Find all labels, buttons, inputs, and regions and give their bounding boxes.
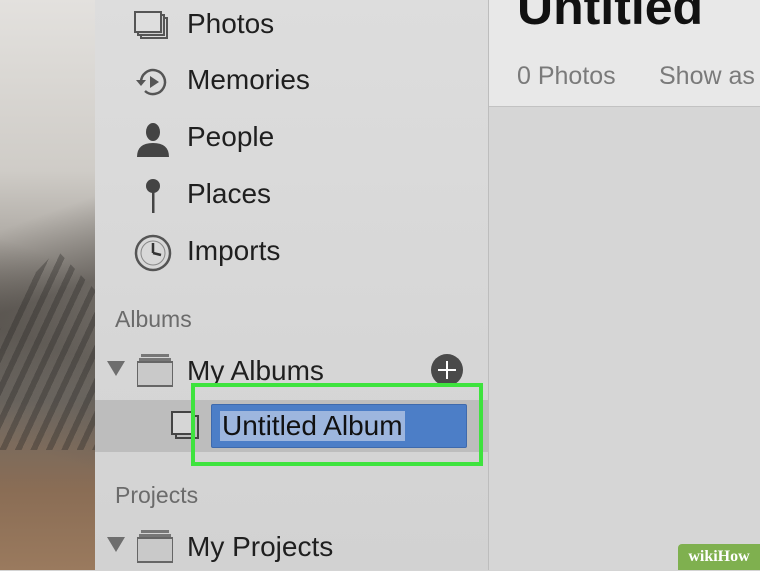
my-projects-label: My Projects	[187, 531, 334, 562]
photo-count: 0 Photos	[517, 62, 616, 90]
sidebar-item-label: Places	[187, 178, 272, 209]
sidebar-item-memories[interactable]: Memories	[95, 56, 488, 106]
disclosure-triangle-icon[interactable]	[107, 361, 125, 376]
show-as-control[interactable]: Show as	[659, 62, 755, 91]
projects-section-header: Projects	[115, 482, 199, 508]
sidebar-item-label: People	[187, 121, 275, 152]
sidebar-item-label: Memories	[187, 64, 310, 95]
photos-icon	[134, 11, 168, 39]
wikihow-watermark: wikiHow	[678, 544, 760, 570]
main-content: Untitled 0 Photos Show as	[489, 0, 760, 570]
memories-icon	[136, 68, 167, 96]
album-folder-icon	[137, 354, 173, 387]
people-icon	[137, 123, 169, 157]
sidebar-item-label: Imports	[187, 235, 281, 266]
sidebar: Photos Memories People Places Imports Al…	[95, 0, 489, 570]
sidebar-item-photos[interactable]: Photos	[95, 0, 488, 50]
highlight-annotation	[191, 383, 483, 466]
add-album-button[interactable]	[431, 354, 463, 386]
disclosure-triangle-icon[interactable]	[107, 537, 125, 552]
albums-section-header: Albums	[115, 306, 192, 332]
places-icon	[146, 179, 160, 213]
project-folder-icon	[137, 530, 173, 563]
my-projects-folder[interactable]: My Projects	[95, 521, 488, 571]
sidebar-item-places[interactable]: Places	[95, 170, 488, 220]
sidebar-item-people[interactable]: People	[95, 113, 488, 163]
sidebar-item-label: Photos	[187, 8, 275, 39]
desktop-wallpaper	[0, 0, 95, 570]
sidebar-item-imports[interactable]: Imports	[95, 227, 488, 277]
clock-icon	[134, 234, 172, 272]
album-header: Untitled 0 Photos Show as	[489, 0, 760, 107]
page-title: Untitled	[517, 0, 704, 35]
